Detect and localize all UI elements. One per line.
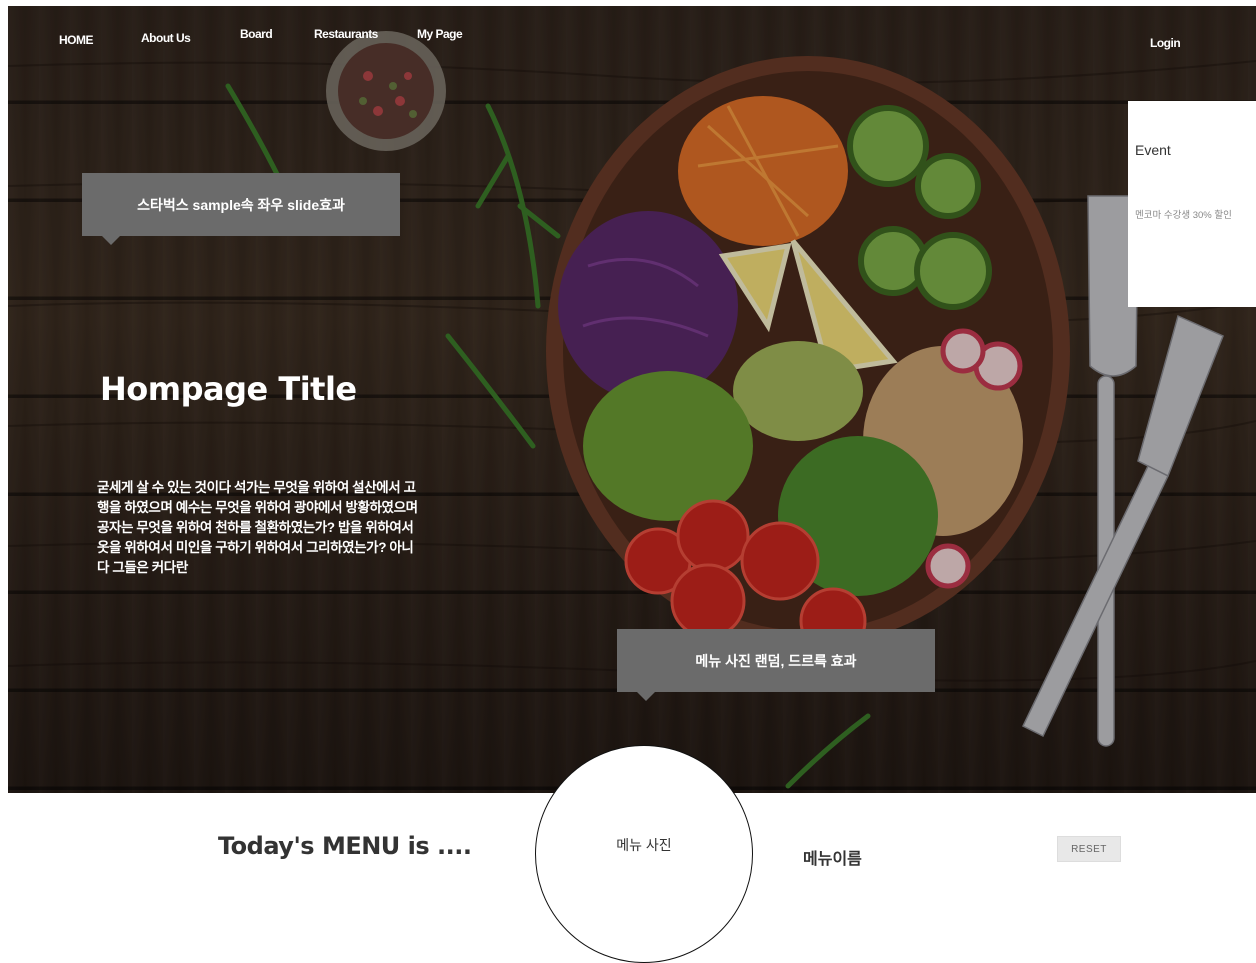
- nav-about-us[interactable]: About Us: [141, 31, 191, 45]
- event-title: Event: [1135, 142, 1171, 158]
- reset-button[interactable]: RESET: [1057, 836, 1121, 862]
- nav-home[interactable]: HOME: [59, 33, 94, 47]
- page-title: Hompage Title: [100, 370, 357, 408]
- menu-photo-circle: 메뉴 사진: [535, 745, 753, 963]
- login-link[interactable]: Login: [1150, 36, 1181, 50]
- todays-menu-label: Today's MENU is ....: [218, 832, 472, 860]
- nav-restaurants[interactable]: Restaurants: [314, 27, 378, 41]
- menu-name: 메뉴이름: [803, 851, 862, 868]
- callout-random-menu: 메뉴 사진 랜덤, 드르륵 효과: [617, 629, 935, 701]
- event-panel[interactable]: Event 멘코마 수강생 30% 할인: [1128, 101, 1256, 307]
- menu-photo-label: 메뉴 사진: [616, 837, 672, 853]
- event-text: 멘코마 수강생 30% 할인: [1135, 210, 1232, 221]
- hero-paragraph: 굳세게 살 수 있는 것이다 석가는 무엇을 위하여 설산에서 고행을 하였으며…: [97, 480, 418, 575]
- nav-my-page[interactable]: My Page: [417, 27, 463, 41]
- callout-slide-effect: 스타벅스 sample속 좌우 slide효과: [82, 173, 400, 245]
- nav-board[interactable]: Board: [240, 27, 273, 41]
